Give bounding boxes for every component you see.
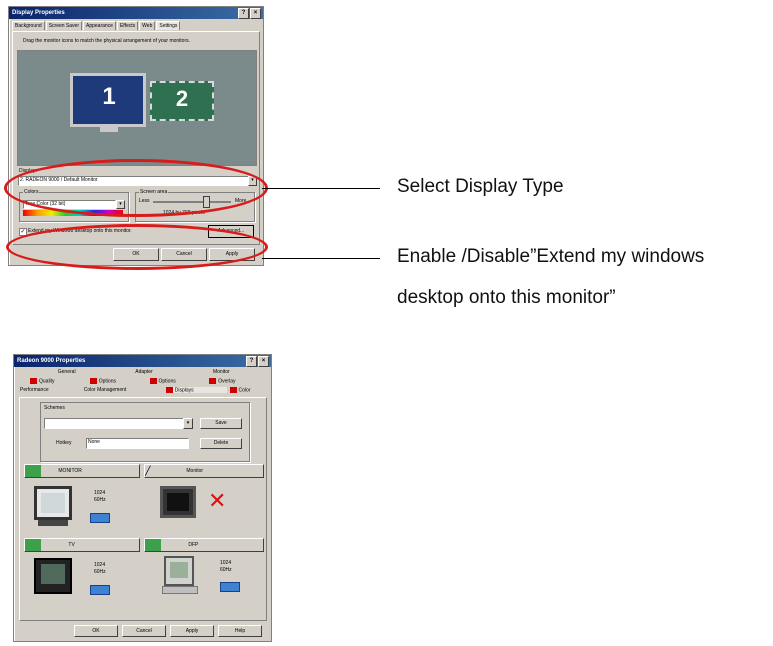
schemes-label: Schemes <box>44 405 65 411</box>
radeon-help-icon[interactable]: ? <box>246 356 257 367</box>
lcd-device-header[interactable]: ╱ Monitor <box>144 464 264 478</box>
tab-adapter[interactable]: Adapter <box>105 369 182 375</box>
tab-effects[interactable]: Effects <box>116 21 139 30</box>
radeon-tabs-row3: Performance Color Management Displays Co… <box>20 387 266 394</box>
schemes-group <box>40 402 250 462</box>
dfp-resolution-text: 1024 60Hz <box>220 560 232 573</box>
radeon-properties-titlebar: Radeon 9000 Properties ? × <box>14 355 271 367</box>
dfp-device-header[interactable]: DFP <box>144 538 264 552</box>
lcd-disabled-cross-icon: ✕ <box>208 488 227 513</box>
monitor-2-icon[interactable]: 2 <box>150 81 214 121</box>
schemes-select[interactable] <box>44 418 185 429</box>
monitor-1-number: 1 <box>99 84 119 110</box>
monitor-rotate-icons[interactable] <box>90 513 110 523</box>
monitor-resolution-text: 1024 60Hz <box>94 490 106 503</box>
dfp-monitor-base <box>162 586 198 594</box>
monitor-device-label: MONITOR <box>58 468 82 474</box>
tab-monitor[interactable]: Monitor <box>183 369 260 375</box>
tab-quality[interactable]: Quality <box>30 378 87 384</box>
monitor-2-number: 2 <box>175 86 189 111</box>
tv-device-label: TV <box>68 542 75 548</box>
radeon-tabs-row2: Quality Options Options Overlay <box>30 378 266 384</box>
select-display-callout-line <box>262 188 380 189</box>
tv-resolution-text: 1024 60Hz <box>94 562 106 575</box>
tab-web[interactable]: Web <box>139 21 156 30</box>
extend-desktop-label-line1: Enable /Disable”Extend my windows <box>397 246 705 267</box>
dfp-green-badge <box>145 539 161 551</box>
tab-screen-saver[interactable]: Screen Saver <box>45 21 82 30</box>
tv-device-header[interactable]: TV <box>24 538 140 552</box>
dfp-monitor-icon <box>164 556 194 586</box>
tab-background[interactable]: Background <box>12 21 45 30</box>
options-icon <box>89 378 97 384</box>
monitor-1-stand <box>100 127 118 132</box>
overlay-icon <box>209 378 217 384</box>
extend-desktop-label-line2: desktop onto this monitor” <box>397 287 616 308</box>
close-icon[interactable]: × <box>250 8 261 19</box>
radeon-close-icon[interactable]: × <box>258 356 269 367</box>
extend-callout-line <box>262 258 380 259</box>
tab-performance[interactable]: Performance <box>20 387 81 393</box>
monitor-green-badge <box>25 465 41 477</box>
crt-monitor-icon <box>34 486 72 520</box>
instruction-text: Drag the monitor icons to match the phys… <box>23 38 191 44</box>
display-properties-titlebar: Display Properties ? × <box>9 7 263 19</box>
help-icon[interactable]: ? <box>238 8 249 19</box>
radeon-apply-button[interactable]: Apply <box>170 625 214 637</box>
lcd-monitor-icon <box>160 486 196 518</box>
tab-options-2[interactable]: Options <box>149 378 207 385</box>
radeon-help-button[interactable]: Help <box>218 625 262 637</box>
radeon-cancel-button[interactable]: Cancel <box>122 625 166 637</box>
monitor-arrangement-area[interactable]: 1 2 <box>17 50 257 166</box>
tab-color-management[interactable]: Color Management <box>84 387 163 393</box>
tab-color[interactable]: Color <box>229 387 266 394</box>
delete-button[interactable]: Delete <box>200 438 242 449</box>
tab-displays-label: Displays <box>174 387 194 394</box>
tv-rotate-icons[interactable] <box>90 585 110 595</box>
extend-checkbox-highlight-ellipse <box>6 224 268 270</box>
options-icon <box>149 378 157 384</box>
radeon-window-title: Radeon 9000 Properties <box>17 358 86 364</box>
tab-settings[interactable]: Settings <box>156 21 181 30</box>
tab-general[interactable]: General <box>28 369 105 375</box>
lcd-device-label: Monitor <box>186 468 204 474</box>
quality-icon <box>30 378 37 384</box>
tv-green-badge <box>25 539 41 551</box>
radeon-displays-panel: Schemes ▾ Save Hotkey None Delete MONITO… <box>19 397 267 621</box>
monitor-device-header[interactable]: MONITOR <box>24 464 140 478</box>
lcd-toggle-icon: ╱ <box>145 466 151 476</box>
dfp-rotate-icons[interactable] <box>220 582 240 592</box>
dfp-screen <box>170 562 188 578</box>
hotkey-field[interactable]: None <box>86 438 189 449</box>
tab-overlay[interactable]: Overlay <box>209 378 266 384</box>
radeon-properties-window: Radeon 9000 Properties ? × General Adapt… <box>13 354 272 642</box>
lcd-screen <box>167 493 189 511</box>
crt-screen <box>41 493 65 513</box>
window-title: Display Properties <box>12 10 65 16</box>
save-button[interactable]: Save <box>200 418 242 429</box>
hotkey-label: Hotkey <box>56 440 72 446</box>
schemes-select-arrow[interactable]: ▾ <box>183 418 193 429</box>
radeon-ok-button[interactable]: OK <box>74 625 118 637</box>
radeon-tabs-row1: General Adapter Monitor <box>28 369 260 375</box>
color-icon <box>229 387 237 393</box>
display-select-highlight-ellipse <box>4 159 268 217</box>
tv-screen <box>41 564 65 584</box>
tab-options-1[interactable]: Options <box>89 378 147 385</box>
displays-icon <box>165 387 173 393</box>
tab-quality-label: Quality <box>39 378 55 385</box>
crt-monitor-base <box>38 520 68 526</box>
tab-options-1-label: Options <box>98 378 116 385</box>
select-display-type-label: Select Display Type <box>397 176 564 197</box>
display-properties-tabs: Background Screen Saver Appearance Effec… <box>9 19 263 30</box>
monitor-1-icon[interactable]: 1 <box>70 73 146 127</box>
tab-appearance[interactable]: Appearance <box>82 21 116 30</box>
tv-icon <box>34 558 72 594</box>
tab-color-label: Color <box>238 387 251 394</box>
tab-displays[interactable]: Displays <box>165 387 227 394</box>
tab-options-2-label: Options <box>158 378 176 385</box>
dfp-device-label: DFP <box>188 542 199 548</box>
tab-overlay-label: Overlay <box>218 378 236 385</box>
